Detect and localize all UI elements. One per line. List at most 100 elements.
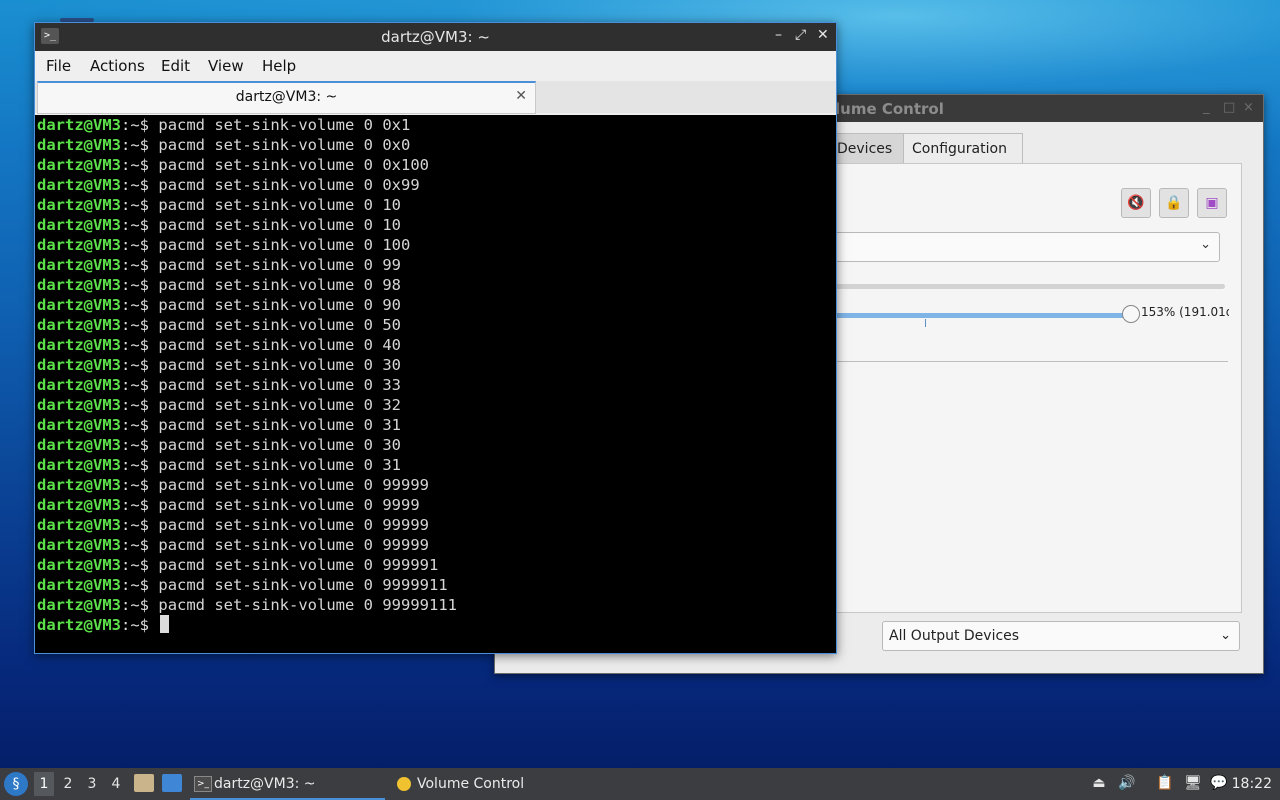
terminal-output[interactable]: dartz@VM3:~$ pacmd set-sink-volume 0 0x1… — [35, 115, 836, 653]
task-volume-control[interactable]: Volume Control — [393, 770, 593, 798]
prompt-symbol: $ — [139, 236, 150, 254]
terminal-line: dartz@VM3:~$ pacmd set-sink-volume 0 40 — [37, 335, 457, 355]
prompt-symbol: $ — [139, 296, 150, 314]
terminal-line: dartz@VM3:~$ pacmd set-sink-volume 0 0x1 — [37, 115, 457, 135]
terminal-line: dartz@VM3:~$ pacmd set-sink-volume 0 98 — [37, 275, 457, 295]
start-menu-button[interactable]: § — [4, 772, 28, 796]
terminal-line: dartz@VM3:~$ pacmd set-sink-volume 0 999… — [37, 515, 457, 535]
prompt-user: dartz@VM3 — [37, 176, 121, 194]
command-text: pacmd set-sink-volume 0 99999 — [158, 476, 429, 494]
volume-control-icon — [397, 777, 411, 791]
file-manager-icon[interactable] — [134, 774, 154, 792]
terminal-titlebar[interactable]: >_ dartz@VM3: ~ – ⤢ ✕ — [35, 23, 836, 51]
level-meter — [833, 284, 1225, 289]
prompt-user: dartz@VM3 — [37, 396, 121, 414]
prompt-user: dartz@VM3 — [37, 556, 121, 574]
workspace-3[interactable]: 3 — [82, 772, 102, 796]
eject-icon[interactable]: ⏏ — [1090, 774, 1108, 792]
task-terminal-label: dartz@VM3: ~ — [214, 776, 316, 792]
taskbar: § 1 2 3 4 >_ dartz@VM3: ~ Volume Control… — [0, 768, 1280, 800]
tab-output-devices[interactable]: Devices — [833, 133, 904, 164]
prompt-user: dartz@VM3 — [37, 596, 121, 614]
prompt-path: :~ — [121, 216, 140, 234]
prompt-user: dartz@VM3 — [37, 116, 121, 134]
prompt-path: :~ — [121, 376, 140, 394]
menu-edit[interactable]: Edit — [161, 57, 190, 75]
prompt-path: :~ — [121, 516, 140, 534]
prompt-path: :~ — [121, 256, 140, 274]
menu-help[interactable]: Help — [262, 57, 296, 75]
minimize-icon[interactable]: – — [775, 27, 782, 43]
prompt-symbol: $ — [139, 396, 150, 414]
terminal-window[interactable]: >_ dartz@VM3: ~ – ⤢ ✕ File Actions Edit … — [34, 22, 837, 654]
prompt-user: dartz@VM3 — [37, 216, 121, 234]
prompt-path: :~ — [121, 236, 140, 254]
command-text: pacmd set-sink-volume 0 0x99 — [158, 176, 420, 194]
terminal-line: dartz@VM3:~$ pacmd set-sink-volume 0 33 — [37, 375, 457, 395]
command-text: pacmd set-sink-volume 0 98 — [158, 276, 401, 294]
terminal-line: dartz@VM3:~$ pacmd set-sink-volume 0 30 — [37, 355, 457, 375]
prompt-symbol: $ — [139, 316, 150, 334]
menu-actions[interactable]: Actions — [90, 57, 145, 75]
prompt-user: dartz@VM3 — [37, 256, 121, 274]
menu-view[interactable]: View — [208, 57, 244, 75]
command-text: pacmd set-sink-volume 0 0x100 — [158, 156, 429, 174]
prompt-symbol: $ — [139, 216, 150, 234]
workspace-2[interactable]: 2 — [58, 772, 78, 796]
command-text: pacmd set-sink-volume 0 10 — [158, 196, 401, 214]
minimize-icon[interactable]: _ — [1203, 100, 1210, 115]
terminal-line: dartz@VM3:~$ pacmd set-sink-volume 0 30 — [37, 435, 457, 455]
prompt-path: :~ — [121, 476, 140, 494]
terminal-tab[interactable]: dartz@VM3: ~ ✕ — [37, 81, 536, 114]
prompt-user: dartz@VM3 — [37, 476, 121, 494]
close-icon[interactable]: ✕ — [817, 27, 829, 43]
show-devices-select[interactable]: All Output Devices ⌄ — [882, 621, 1240, 651]
maximize-icon[interactable]: □ — [1223, 100, 1235, 115]
terminal-line: dartz@VM3:~$ pacmd set-sink-volume 0 90 — [37, 295, 457, 315]
volume-value: 153% (191.01dB — [1141, 305, 1229, 319]
prompt-symbol: $ — [139, 256, 150, 274]
tab-close-icon[interactable]: ✕ — [515, 88, 527, 104]
volume-100-tick — [925, 319, 926, 327]
task-terminal[interactable]: >_ dartz@VM3: ~ — [190, 770, 385, 800]
terminal-line: dartz@VM3:~$ pacmd set-sink-volume 0 10 — [37, 195, 457, 215]
workspace-1[interactable]: 1 — [34, 772, 54, 796]
menu-file[interactable]: File — [46, 57, 71, 75]
desktop-icon[interactable] — [162, 774, 182, 792]
updates-icon[interactable]: 💬 — [1210, 774, 1228, 792]
command-text: pacmd set-sink-volume 0 99999111 — [158, 596, 457, 614]
volume-slider-handle[interactable] — [1122, 305, 1140, 323]
prompt-user: dartz@VM3 — [37, 356, 121, 374]
terminal-line: dartz@VM3:~$ pacmd set-sink-volume 0 10 — [37, 215, 457, 235]
close-icon[interactable]: × — [1243, 100, 1254, 115]
set-fallback-button[interactable]: ▣ — [1197, 188, 1227, 218]
terminal-line: dartz@VM3:~$ pacmd set-sink-volume 0 999… — [37, 495, 457, 515]
terminal-title: dartz@VM3: ~ — [381, 28, 490, 46]
tab-configuration[interactable]: Configuration — [903, 133, 1023, 164]
prompt-path: :~ — [121, 316, 140, 334]
command-text: pacmd set-sink-volume 0 50 — [158, 316, 401, 334]
command-text: pacmd set-sink-volume 0 32 — [158, 396, 401, 414]
volume-slider-track[interactable] — [833, 313, 1131, 318]
command-text: pacmd set-sink-volume 0 99999 — [158, 516, 429, 534]
command-text: pacmd set-sink-volume 0 9999 — [158, 496, 420, 514]
command-text: pacmd set-sink-volume 0 10 — [158, 216, 401, 234]
tab-configuration-label: Configuration — [912, 141, 1007, 157]
clipboard-icon[interactable]: 📋 — [1156, 774, 1174, 792]
command-text: pacmd set-sink-volume 0 90 — [158, 296, 401, 314]
terminal-line: dartz@VM3:~$ pacmd set-sink-volume 0 100 — [37, 235, 457, 255]
prompt-symbol: $ — [139, 436, 150, 454]
prompt-path: :~ — [121, 276, 140, 294]
prompt-path: :~ — [121, 616, 140, 634]
port-select[interactable]: ⌄ — [833, 232, 1220, 262]
chevron-down-icon: ⌄ — [1200, 237, 1211, 252]
prompt-path: :~ — [121, 576, 140, 594]
lock-channels-button[interactable]: 🔒 — [1159, 188, 1189, 218]
mute-button[interactable]: 🔇 — [1121, 188, 1151, 218]
maximize-icon[interactable]: ⤢ — [795, 27, 806, 43]
command-text: pacmd set-sink-volume 0 9999911 — [158, 576, 448, 594]
volume-icon[interactable]: 🔊 — [1118, 774, 1136, 792]
workspace-4[interactable]: 4 — [106, 772, 126, 796]
terminal-line: dartz@VM3:~$ pacmd set-sink-volume 0 999… — [37, 595, 457, 615]
network-icon[interactable]: 🖥 — [1184, 774, 1202, 792]
